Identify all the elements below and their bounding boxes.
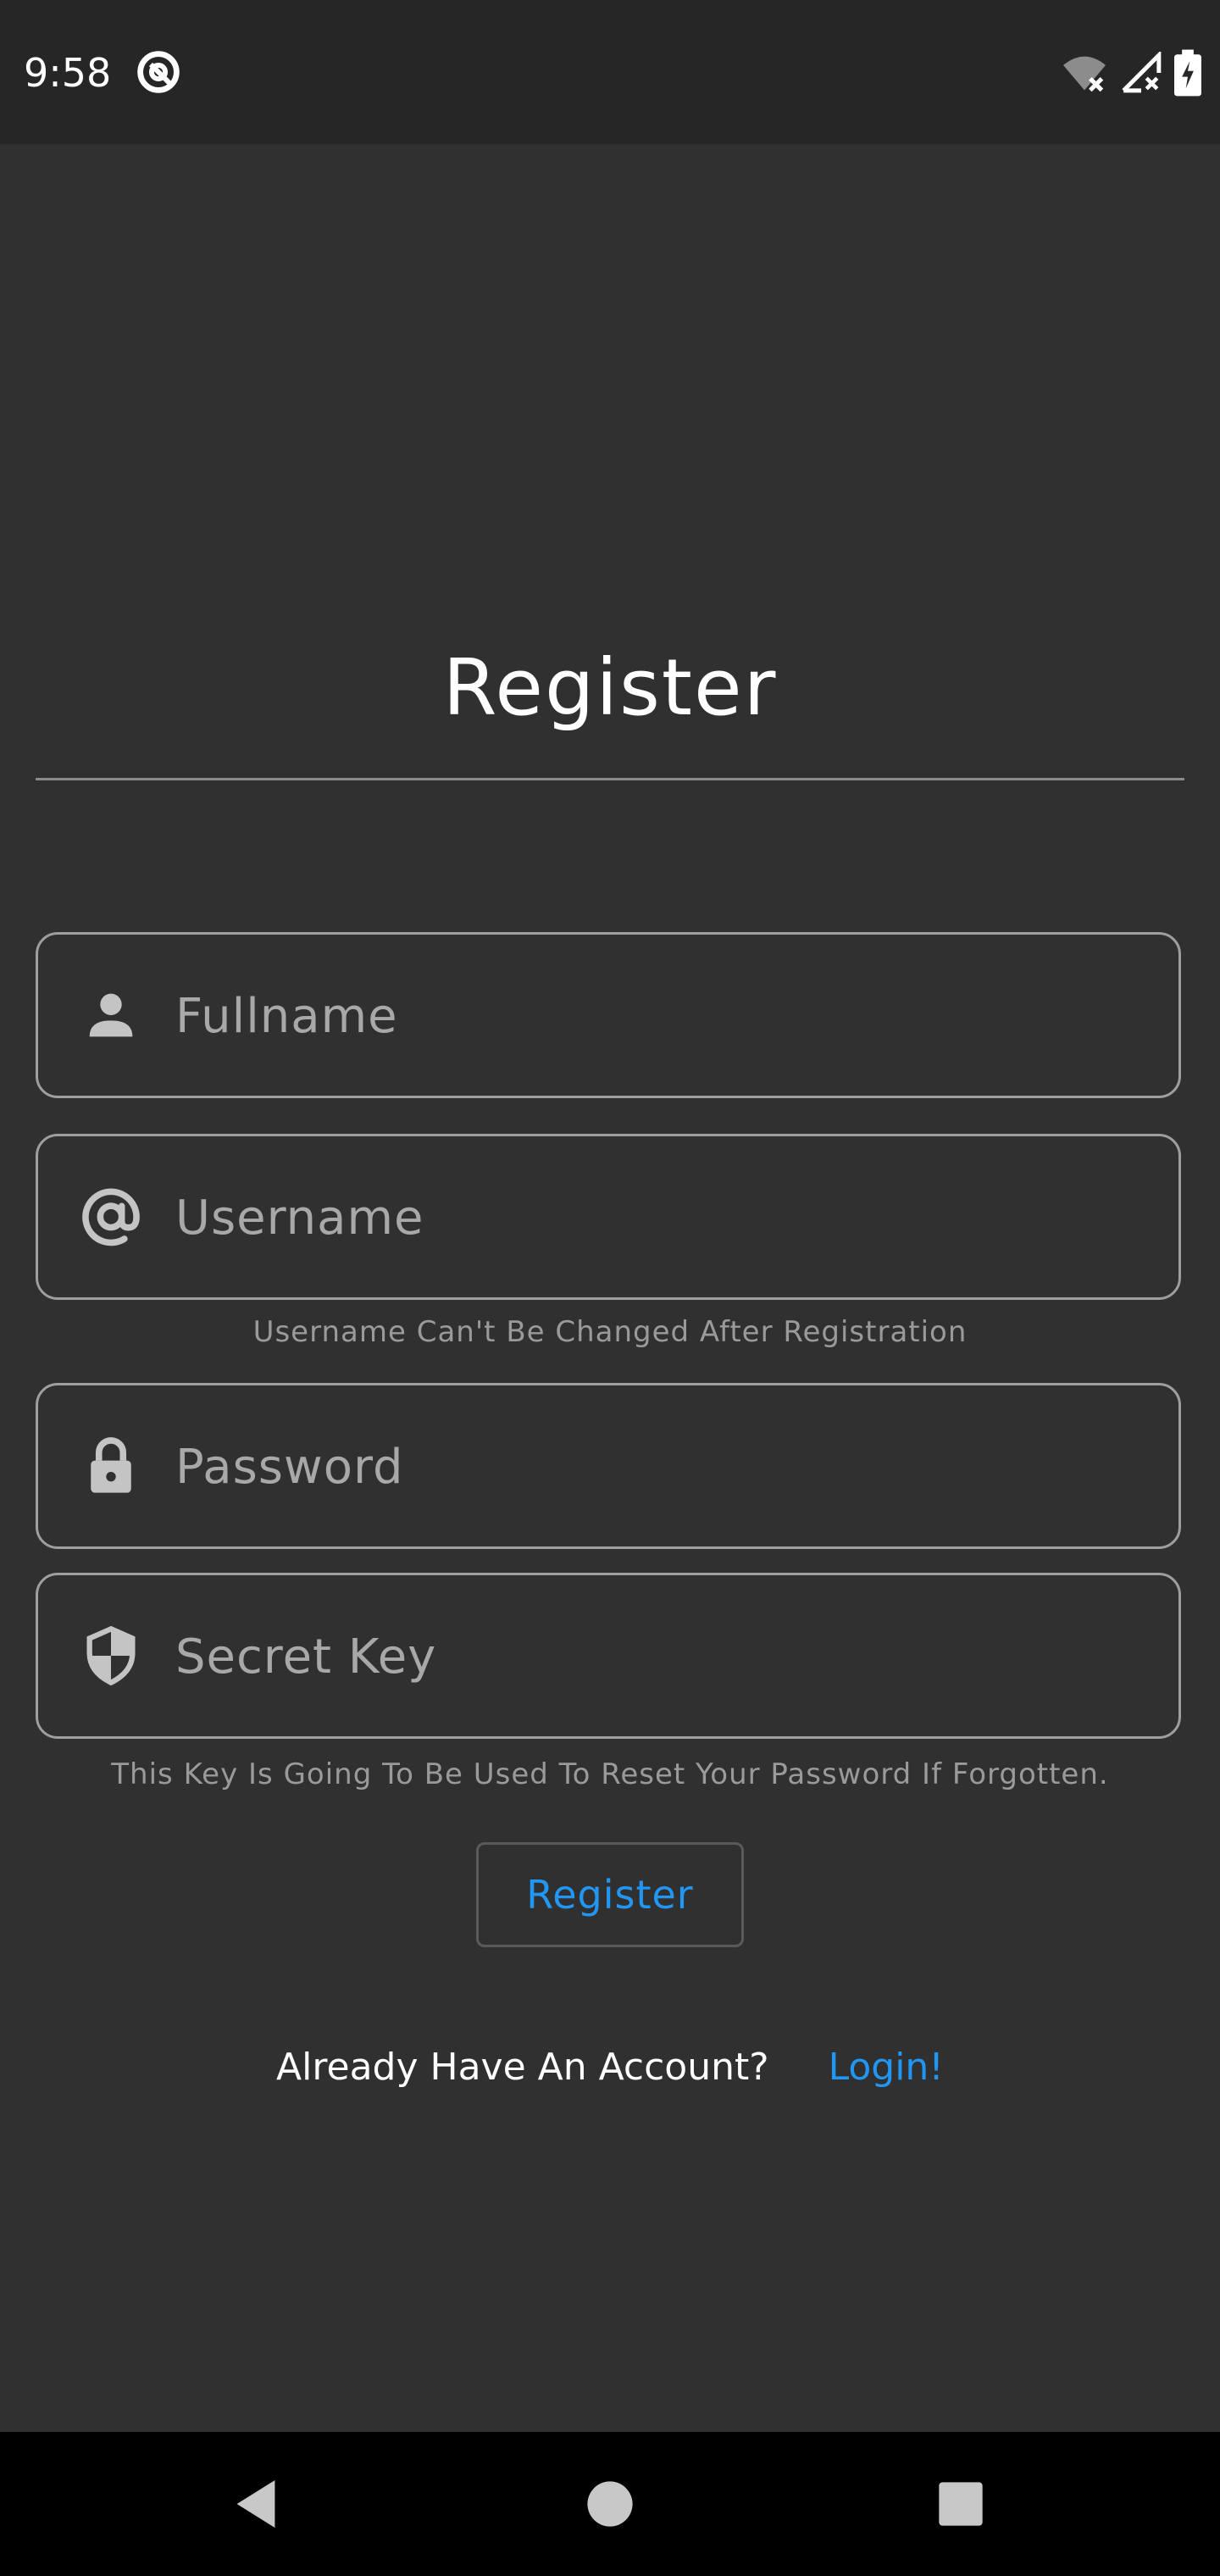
at-icon bbox=[82, 1188, 140, 1246]
page-title: Register bbox=[442, 642, 778, 733]
status-time: 9:58 bbox=[24, 50, 112, 96]
navigation-bar bbox=[0, 2432, 1220, 2576]
login-prompt-row: Already Have An Account? Login! bbox=[0, 2042, 1220, 2093]
secret-key-field[interactable] bbox=[36, 1573, 1181, 1739]
shield-icon bbox=[86, 1625, 136, 1686]
username-field[interactable] bbox=[36, 1134, 1181, 1300]
wifi-off-icon bbox=[1063, 56, 1106, 92]
register-button[interactable]: Register bbox=[476, 1842, 744, 1947]
lock-icon bbox=[91, 1437, 131, 1493]
app-notification-icon bbox=[137, 51, 180, 93]
secret-key-input[interactable] bbox=[174, 1575, 1151, 1738]
status-icons bbox=[1061, 49, 1201, 97]
login-prompt-text: Already Have An Account? bbox=[276, 2046, 769, 2089]
title-divider bbox=[36, 778, 1184, 780]
password-input[interactable] bbox=[174, 1385, 1151, 1548]
battery-charging-icon bbox=[1174, 49, 1201, 97]
login-link[interactable]: Login! bbox=[829, 2046, 944, 2089]
person-icon bbox=[89, 993, 133, 1037]
signal-off-icon bbox=[1122, 52, 1162, 93]
fullname-input[interactable] bbox=[174, 935, 1151, 1097]
username-helper-text: Username Can't Be Changed After Registra… bbox=[252, 1315, 968, 1349]
fullname-field[interactable] bbox=[36, 932, 1181, 1098]
back-icon[interactable] bbox=[232, 2478, 280, 2530]
home-icon[interactable] bbox=[586, 2480, 634, 2528]
secret-key-helper-text: This Key Is Going To Be Used To Reset Yo… bbox=[111, 1757, 1109, 1791]
username-input[interactable] bbox=[174, 1136, 1151, 1299]
password-field[interactable] bbox=[36, 1383, 1181, 1549]
recents-icon[interactable] bbox=[938, 2481, 984, 2527]
status-bar: 9:58 bbox=[0, 0, 1220, 144]
